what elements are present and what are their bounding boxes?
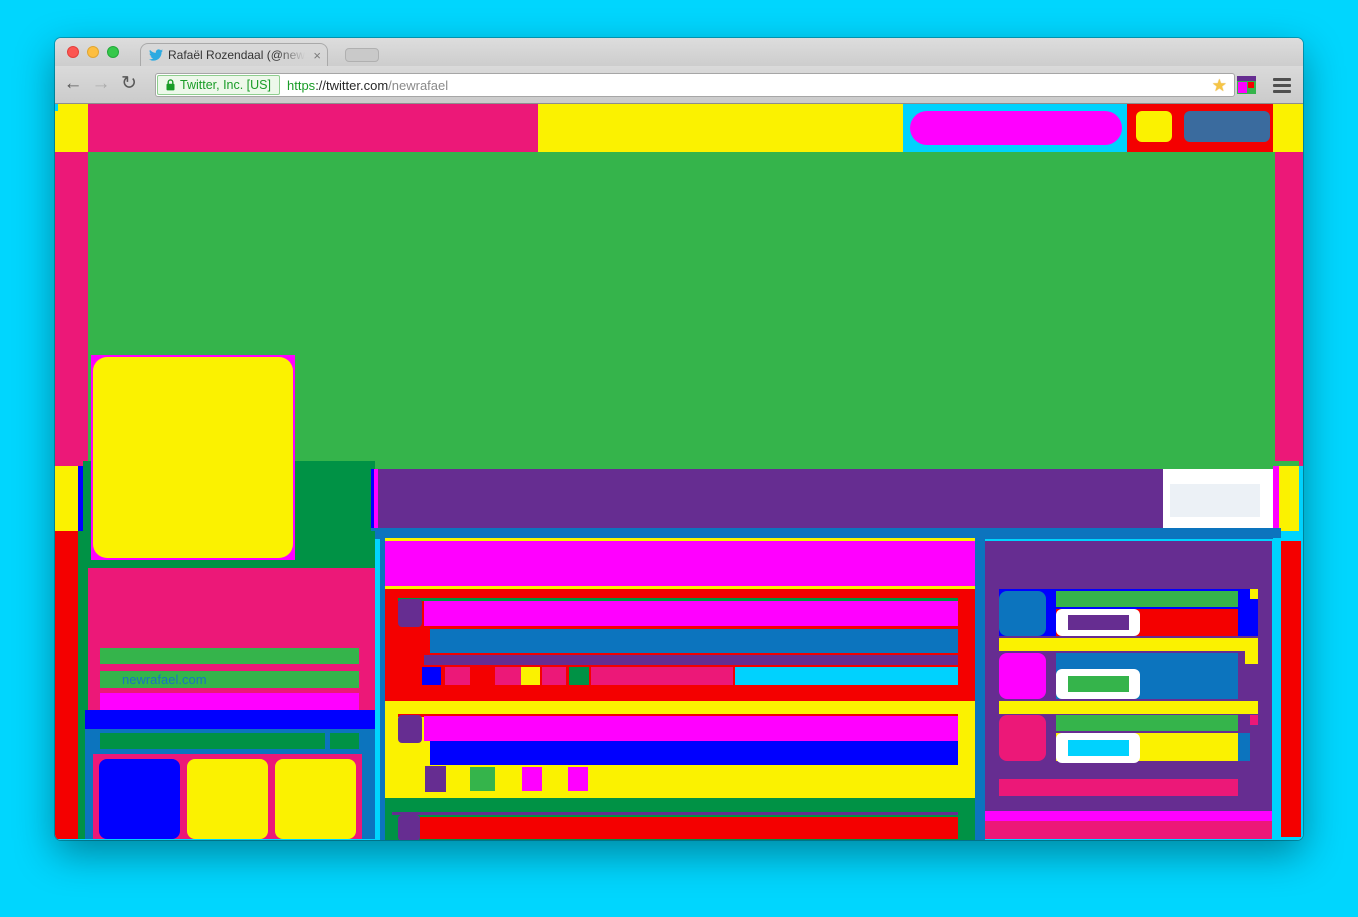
tweet-1-action-5[interactable]: [542, 667, 566, 685]
media-thumb-1[interactable]: [99, 759, 180, 839]
tweet-1-action-2[interactable]: [445, 667, 470, 685]
tab-title: Rafaël Rozendaal (@newraf: [168, 48, 308, 62]
tweet-1-meta-bar: [424, 655, 958, 665]
browser-toolbar: ← → ↻ Twitter, Inc. [US] https://twitter…: [55, 66, 1303, 104]
url-bar[interactable]: Twitter, Inc. [US] https://twitter.com/n…: [155, 73, 1235, 97]
back-icon[interactable]: ←: [61, 72, 85, 96]
follow-3-name-bar: [1056, 715, 1238, 731]
profile-avatar[interactable]: [93, 357, 293, 558]
tweet-2-avatar[interactable]: [398, 715, 422, 743]
menu-icon[interactable]: [1273, 78, 1291, 93]
sidebar-footer-bar: [999, 779, 1238, 796]
zoom-button[interactable]: [107, 46, 119, 58]
tab-close-icon[interactable]: ×: [313, 49, 321, 62]
follow-1-avatar[interactable]: [999, 591, 1046, 636]
profile-name-bar: [100, 648, 359, 664]
profile-stats-bar: [85, 710, 375, 729]
security-badge-label: Twitter, Inc. [US]: [180, 78, 271, 92]
tweet-1-link-bar[interactable]: [735, 667, 958, 685]
follow-separator-2: [999, 701, 1258, 714]
url-host: ://twitter.com: [315, 78, 388, 93]
minimize-button[interactable]: [87, 46, 99, 58]
tweet-3-text-bar: [420, 817, 958, 839]
tweet-3-avatar[interactable]: [398, 815, 420, 840]
tweet-1-action-1[interactable]: [422, 667, 441, 685]
left-rail-yellow: [55, 466, 78, 531]
follow-2-button-fill: [1068, 676, 1129, 692]
follow-3-button-fill: [1068, 740, 1129, 756]
profile-nav-bar[interactable]: [378, 469, 1165, 528]
close-button[interactable]: [67, 46, 79, 58]
scroll-rail-cyan: [1273, 538, 1281, 840]
scroll-thumb-red[interactable]: [1281, 541, 1301, 837]
tweet-1-avatar[interactable]: [398, 599, 422, 627]
hero-right-strip: [1275, 152, 1303, 466]
right-yellow-strip: [1279, 466, 1299, 531]
timeline-header: [385, 541, 975, 586]
media-thumb-3[interactable]: [275, 759, 356, 839]
tweet-1-author-bar: [424, 601, 958, 626]
tweet-1-action-4[interactable]: [521, 667, 540, 685]
hero-left-strip: [55, 152, 88, 466]
tweet-1-action-6[interactable]: [569, 667, 589, 685]
background-tab-stub[interactable]: [345, 48, 379, 62]
tweet-1-tag-bar: [591, 667, 733, 685]
tweet-2-text-bar: [430, 741, 958, 765]
url-scheme: https: [287, 78, 315, 93]
scroll-edge-cyan: [1301, 538, 1303, 840]
url-path: /newrafael: [388, 78, 448, 93]
topbar-search-pill[interactable]: [910, 111, 1122, 145]
sidebar-magenta-strip: [985, 811, 1272, 821]
follow-1-button-fill: [1068, 615, 1129, 630]
follow-separator-1: [999, 638, 1258, 651]
media-title-bar: [100, 733, 325, 749]
corner-cyan-sliver: [55, 104, 58, 111]
security-badge[interactable]: Twitter, Inc. [US]: [157, 75, 280, 95]
follow-3-avatar[interactable]: [999, 715, 1046, 761]
topbar-button-wide[interactable]: [1184, 111, 1270, 142]
media-title-end: [330, 733, 359, 749]
tweet-2-action-3[interactable]: [522, 767, 542, 791]
reload-icon[interactable]: ↻: [117, 72, 141, 96]
tweet-2-action-1[interactable]: [425, 766, 446, 792]
traffic-lights: [67, 46, 119, 58]
tweet-2-action-2[interactable]: [470, 767, 495, 791]
tweet-1-text-bar: [430, 629, 958, 653]
desktop: { "desktop": { "background": "#00D6FE" }…: [0, 0, 1358, 917]
left-red-strip: [55, 531, 78, 839]
tweet-1-action-3[interactable]: [495, 667, 521, 685]
bookmark-star-icon[interactable]: ★: [1212, 76, 1227, 96]
title-bar: Rafaël Rozendaal (@newraf ×: [55, 38, 1303, 66]
follow-1-name-bar: [1056, 591, 1238, 607]
active-tab[interactable]: Rafaël Rozendaal (@newraf ×: [140, 43, 328, 66]
follow-separator-1-notch: [1245, 638, 1258, 664]
profile-bio-bar: [100, 693, 359, 710]
tweet-2-action-4[interactable]: [568, 767, 588, 791]
search-box-field[interactable]: [1170, 484, 1260, 517]
media-thumb-2[interactable]: [187, 759, 268, 839]
topbar-logo-block[interactable]: [88, 104, 538, 152]
follow-1-dismiss[interactable]: [1250, 589, 1258, 599]
tweet-2-author-bar: [424, 716, 958, 741]
follow-3-dismiss[interactable]: [1250, 715, 1258, 725]
profile-card: [88, 568, 375, 711]
follow-2-avatar[interactable]: [999, 653, 1046, 699]
url-text: https://twitter.com/newrafael: [287, 78, 448, 93]
forward-icon[interactable]: →: [89, 72, 113, 96]
tweet-3-topline: [392, 812, 958, 815]
right-cyan-sliver: [1299, 466, 1303, 531]
sidebar-pink-strip: [985, 821, 1272, 839]
profile-link-bar[interactable]: newrafael.com: [100, 671, 359, 688]
browser-window: Rafaël Rozendaal (@newraf × ← → ↻ Twitte…: [55, 38, 1303, 840]
sidebar-gap-blue: [975, 538, 985, 840]
lock-icon: [166, 79, 175, 91]
page-content: newrafael.com: [55, 104, 1303, 840]
follow-3-blue-bit: [1238, 733, 1250, 761]
topbar-button-small[interactable]: [1136, 111, 1172, 142]
abstract-browsing-extension-icon[interactable]: [1237, 76, 1256, 94]
twitter-favicon-icon: [149, 48, 163, 62]
